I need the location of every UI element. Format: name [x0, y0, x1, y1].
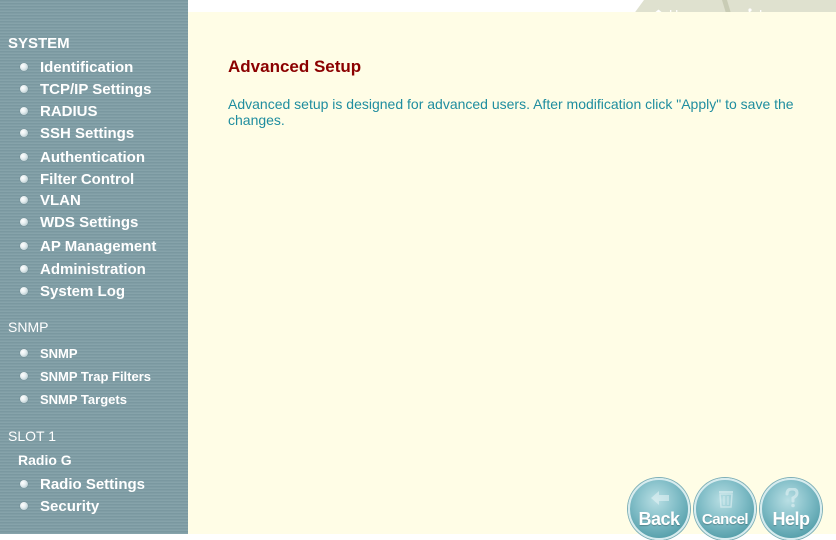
- section-header-snmp: SNMP: [8, 319, 49, 335]
- sidebar-item-label: SNMP Targets: [40, 391, 127, 407]
- back-arrow-icon: [651, 491, 669, 505]
- bullet-icon: [20, 372, 28, 380]
- page-description: Advanced setup is designed for advanced …: [228, 96, 794, 128]
- sidebar-item-label: RADIUS: [40, 102, 98, 120]
- sidebar-item-label: Security: [40, 497, 100, 515]
- trash-icon: [719, 491, 733, 508]
- bullet-icon: [20, 175, 28, 183]
- sidebar-item-label: SSH Settings: [40, 124, 135, 142]
- bullet-icon: [20, 129, 28, 137]
- content-area: Advanced Setup Advanced setup is designe…: [188, 12, 836, 540]
- section-subheader-radio-g: Radio G: [18, 452, 72, 468]
- sidebar-item-radio-settings[interactable]: Radio Settings: [20, 474, 145, 494]
- sidebar-item-label: VLAN: [40, 191, 81, 209]
- bullet-icon: [20, 395, 28, 403]
- sidebar-item-filter-control[interactable]: Filter Control: [20, 169, 134, 189]
- back-label: Back: [638, 509, 680, 529]
- sidebar-item-label: SNMP: [40, 345, 78, 361]
- cancel-label: Cancel: [701, 511, 749, 528]
- sidebar-item-identification[interactable]: Identification: [20, 57, 133, 77]
- section-header-system: SYSTEM: [8, 35, 70, 52]
- sidebar-item-label: Administration: [40, 260, 146, 278]
- sidebar-item-snmp-trap-filters[interactable]: SNMP Trap Filters: [20, 366, 151, 386]
- section-header-slot: SLOT 1: [8, 428, 56, 444]
- question-mark-icon: [785, 488, 799, 508]
- sidebar-item-label: Identification: [40, 58, 134, 76]
- bullet-icon: [20, 85, 28, 93]
- sidebar-item-tcpip-settings[interactable]: TCP/IP Settings: [20, 79, 151, 99]
- sidebar-item-authentication[interactable]: Authentication: [20, 147, 145, 167]
- bullet-icon: [20, 63, 28, 71]
- bullet-icon: [20, 218, 28, 226]
- bullet-icon: [20, 107, 28, 115]
- sidebar-nav: SYSTEM Identification TCP/IP Settings RA…: [0, 0, 188, 534]
- bullet-icon: [20, 242, 28, 250]
- help-label: Help: [772, 509, 810, 529]
- bullet-icon: [20, 196, 28, 204]
- sidebar-item-label: TCP/IP Settings: [40, 80, 152, 98]
- bullet-icon: [20, 287, 28, 295]
- sidebar-item-label: WDS Settings: [40, 213, 139, 231]
- bullet-icon: [20, 480, 28, 488]
- sidebar-item-label: Filter Control: [40, 170, 135, 188]
- sidebar-item-ap-management[interactable]: AP Management: [20, 236, 156, 256]
- cancel-button[interactable]: Cancel: [694, 478, 756, 540]
- sidebar-item-security[interactable]: Security: [20, 496, 99, 516]
- sidebar-item-ssh-settings[interactable]: SSH Settings: [20, 123, 134, 143]
- bullet-icon: [20, 265, 28, 273]
- sidebar-item-radius[interactable]: RADIUS: [20, 101, 98, 121]
- sidebar-item-snmp[interactable]: SNMP: [20, 343, 78, 363]
- sidebar-item-wds-settings[interactable]: WDS Settings: [20, 212, 138, 232]
- sidebar-item-vlan[interactable]: VLAN: [20, 190, 81, 210]
- sidebar-item-label: Authentication: [40, 148, 145, 166]
- sidebar-item-label: Radio Settings: [40, 475, 146, 493]
- bullet-icon: [20, 502, 28, 510]
- bullet-icon: [20, 349, 28, 357]
- help-button[interactable]: Help: [760, 478, 822, 540]
- sidebar-item-label: System Log: [40, 282, 126, 300]
- sidebar-item-snmp-targets[interactable]: SNMP Targets: [20, 389, 127, 409]
- back-button[interactable]: Back: [628, 478, 690, 540]
- sidebar-item-label: AP Management: [40, 237, 157, 255]
- bullet-icon: [20, 153, 28, 161]
- sidebar-item-administration[interactable]: Administration: [20, 259, 146, 279]
- sidebar-item-system-log[interactable]: System Log: [20, 281, 125, 301]
- page-title: Advanced Setup: [228, 57, 362, 76]
- sidebar-item-label: SNMP Trap Filters: [40, 368, 152, 384]
